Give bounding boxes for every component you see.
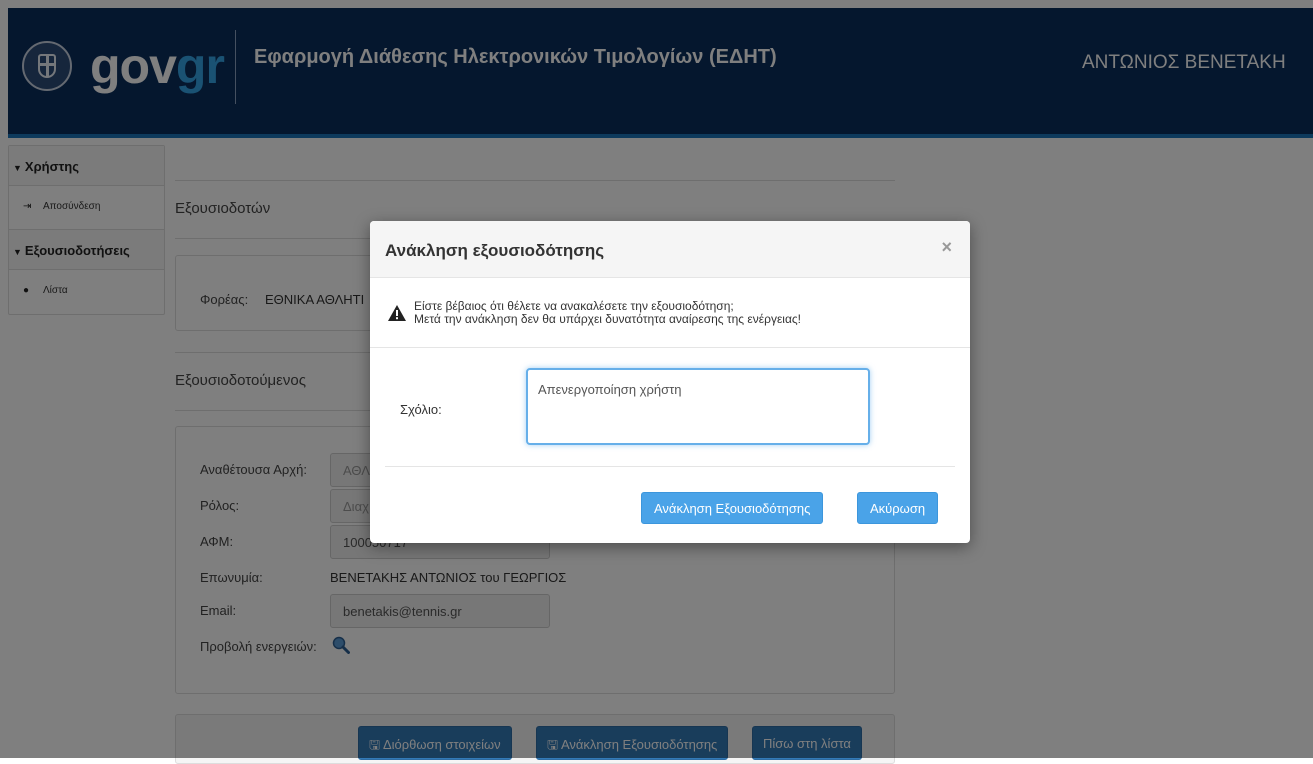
modal-divider	[370, 347, 970, 348]
comment-label: Σχόλιο:	[400, 402, 442, 417]
modal-divider	[385, 466, 955, 467]
cancel-button[interactable]: Ακύρωση	[857, 492, 939, 524]
close-icon[interactable]: ×	[941, 237, 952, 258]
comment-textarea[interactable]: Απενεργοποίηση χρήστη	[526, 368, 870, 445]
confirm-revoke-button[interactable]: Ανάκληση Εξουσιοδότησης	[641, 492, 824, 524]
modal-title: Ανάκληση εξουσιοδότησης	[385, 241, 605, 260]
revoke-modal: Ανάκληση εξουσιοδότησης × Είστε βέβαιος …	[370, 221, 970, 543]
modal-header: Ανάκληση εξουσιοδότησης ×	[370, 221, 970, 278]
warning-icon	[388, 305, 406, 321]
warning-message: Είστε βέβαιος ότι θέλετε να ανακαλέσετε …	[414, 299, 802, 326]
